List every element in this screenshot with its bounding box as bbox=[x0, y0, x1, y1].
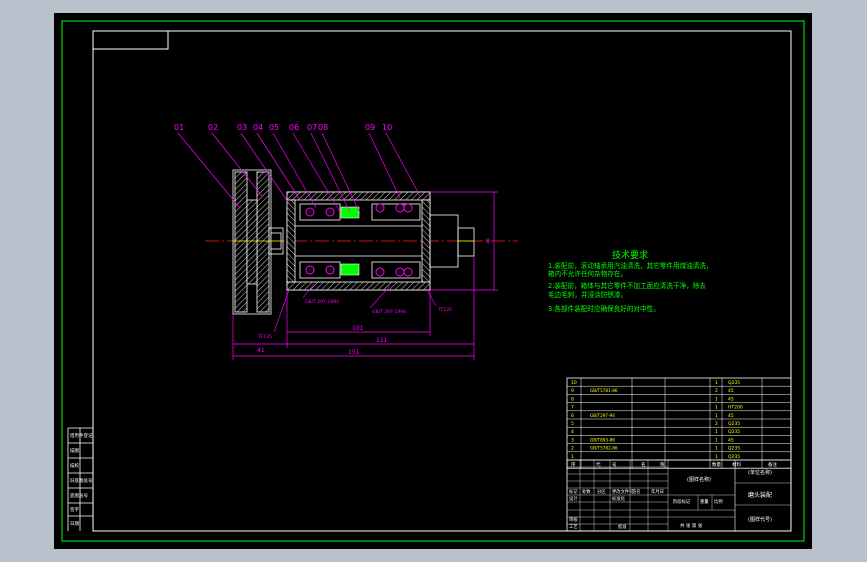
side-label: 日期 bbox=[70, 521, 79, 527]
cad-drawing: 借用件登记描图描校旧底图总号底图总号签字日期 151 111 101 41 8 … bbox=[54, 13, 812, 549]
tech-line: 1.装配前，滚动轴承用汽油清洗，其它零件用煤油清洗， bbox=[548, 261, 713, 270]
bom-mat: 45 bbox=[728, 396, 734, 402]
dim-mid: 111 bbox=[376, 337, 388, 344]
side-label: 描图 bbox=[70, 447, 79, 454]
balloon-04: 04 bbox=[253, 123, 263, 132]
tech-line: 毛边毛刺，并浸涂防锈漆。 bbox=[548, 290, 627, 299]
bom-qty: 2 bbox=[715, 421, 718, 427]
balloon-06: 06 bbox=[289, 123, 299, 132]
tb-weight: 重量 bbox=[700, 498, 709, 505]
tb-sheets: 共 张 第 张 bbox=[680, 522, 703, 529]
side-label: 底图总号 bbox=[70, 492, 88, 499]
bom-mat: 45 bbox=[728, 437, 734, 443]
bom-qty: 1 bbox=[715, 454, 718, 460]
bom-mat: Q235 bbox=[728, 380, 740, 386]
callout-3: TF135 bbox=[257, 334, 272, 340]
tb-sign: 签名 bbox=[632, 488, 641, 495]
bom-no: 9 bbox=[571, 388, 574, 394]
balloon-02: 02 bbox=[208, 123, 218, 132]
bom-qty: 1 bbox=[715, 429, 718, 435]
spacer-sleeve-top bbox=[340, 206, 360, 219]
balloon-09: 09 bbox=[365, 123, 375, 132]
bom-code: GB/T893-86 bbox=[590, 437, 615, 442]
bom-header-cell: 材料 bbox=[732, 461, 741, 468]
callout-4: TF135 bbox=[437, 307, 452, 313]
side-label: 签字 bbox=[70, 506, 79, 513]
tb-marks: 标记 bbox=[569, 488, 578, 495]
tb-change-doc: 更改文件号 bbox=[612, 488, 633, 495]
tb-review: 审核 bbox=[569, 516, 578, 523]
balloon-07: 07 bbox=[307, 123, 317, 132]
tech-line: 箱内不允许任何杂物存在。 bbox=[548, 269, 627, 278]
bom-qty: 1 bbox=[715, 413, 718, 419]
bom-qty: 1 bbox=[715, 437, 718, 443]
bom-qty: 1 bbox=[715, 380, 718, 386]
bom-mat: Q235 bbox=[728, 421, 740, 427]
bom-no: 8 bbox=[571, 396, 574, 402]
tb-zone: 分区 bbox=[597, 488, 606, 495]
dim-inner: 101 bbox=[352, 325, 364, 332]
bom-mat: 45 bbox=[728, 413, 734, 419]
bom-code: GB/T297-94 bbox=[590, 413, 615, 418]
spacer-sleeve-bottom bbox=[340, 263, 360, 276]
bom-no: 4 bbox=[571, 429, 574, 435]
balloon-08: 08 bbox=[318, 123, 328, 132]
bom-qty: 1 bbox=[715, 405, 718, 411]
tb-count: 处数 bbox=[582, 488, 591, 495]
balloon-05: 05 bbox=[269, 123, 279, 132]
tb-drawing-name: (图样名称) bbox=[687, 476, 711, 483]
balloon-10: 10 bbox=[382, 123, 392, 132]
bom-no: 1 bbox=[571, 454, 574, 460]
tb-approve: 批准 bbox=[618, 523, 627, 530]
bom-no: 3 bbox=[571, 437, 574, 443]
bom-mat: 45 bbox=[728, 388, 734, 394]
tech-line: 2.装配前，箱体与其它零件不加工面应清洗干净，除去 bbox=[548, 281, 706, 290]
dim-left: 41 bbox=[257, 347, 265, 354]
callout-1: GB/T 297-1994 bbox=[305, 299, 339, 305]
bom-qty: 1 bbox=[715, 446, 718, 452]
bom-code: GB/T5782-86 bbox=[590, 446, 618, 451]
bom-qty: 1 bbox=[715, 396, 718, 402]
tb-date: 年月日 bbox=[651, 488, 664, 495]
tech-line: 3.各部件装配时应确保良好的对中性。 bbox=[548, 304, 660, 313]
bom-header-cell: 数量 bbox=[712, 461, 721, 468]
bom-code: GB/T5781-86 bbox=[590, 388, 618, 393]
bom-mat: Q235 bbox=[728, 429, 740, 435]
bom-mat: Q235 bbox=[728, 446, 740, 452]
balloon-01: 01 bbox=[174, 123, 184, 132]
bom-no: 10 bbox=[571, 380, 577, 386]
tb-scale: 比例 bbox=[714, 498, 723, 505]
tb-stage: 阶段标记 bbox=[673, 498, 691, 505]
side-label: 借用件登记 bbox=[70, 432, 93, 439]
bom-no: 7 bbox=[571, 405, 574, 411]
dim-height: 8 bbox=[486, 238, 490, 245]
bom-header-cell: 备注 bbox=[768, 461, 777, 468]
tech-title: 技术要求 bbox=[612, 249, 648, 261]
tb-unit: (单位名称) bbox=[748, 469, 772, 476]
bom-mat: HT200 bbox=[728, 405, 743, 411]
tb-designer: 设计 bbox=[569, 495, 578, 502]
bom-mat: Q235 bbox=[728, 454, 740, 460]
balloon-03: 03 bbox=[237, 123, 247, 132]
tb-code: (图样代号) bbox=[748, 516, 772, 523]
tb-part: 磨头装配 bbox=[748, 491, 772, 499]
tb-process: 工艺 bbox=[569, 524, 578, 530]
bom-no: 6 bbox=[571, 413, 574, 419]
side-label: 描校 bbox=[70, 462, 79, 469]
tb-standard: 标准化 bbox=[612, 495, 626, 502]
bom-no: 2 bbox=[571, 446, 574, 452]
dim-total: 151 bbox=[348, 349, 360, 356]
callout-2: GB/T 297-1994 bbox=[372, 309, 406, 315]
bom-qty: 2 bbox=[715, 388, 718, 394]
side-label: 旧底图总号 bbox=[70, 477, 93, 484]
bom-no: 5 bbox=[571, 421, 574, 427]
